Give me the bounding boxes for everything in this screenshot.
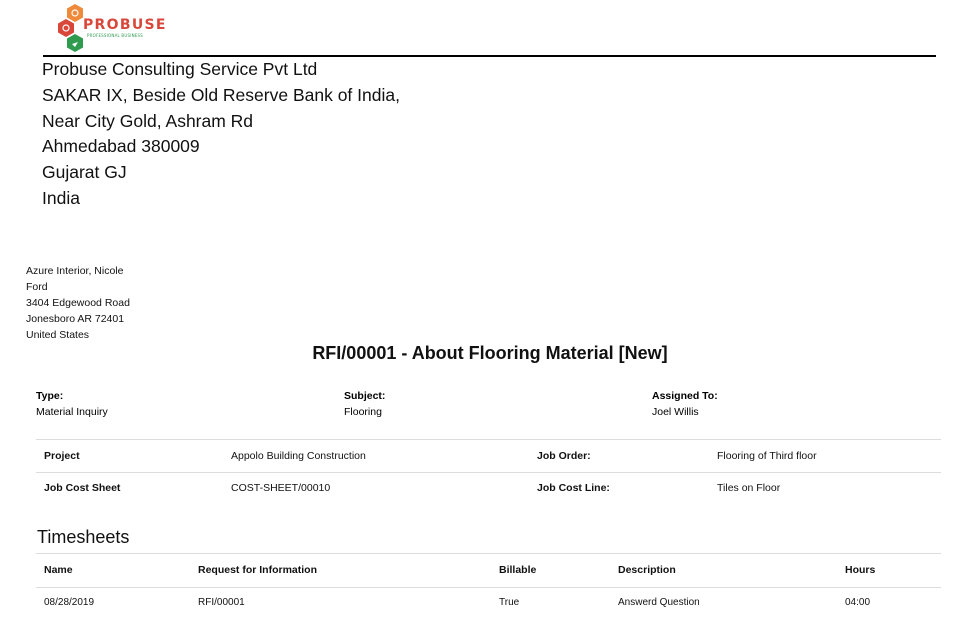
type-value: Material Inquiry: [36, 406, 108, 418]
project-value: Appolo Building Construction: [231, 450, 366, 462]
column-header-rfi: Request for Information: [198, 564, 318, 576]
customer-address-line: Azure Interior, Nicole: [26, 265, 124, 277]
job-cost-sheet-value: COST-SHEET/00010: [231, 482, 331, 494]
customer-address-line: Ford: [26, 281, 48, 293]
logo-wordmark: PROBUSE: [83, 17, 167, 33]
subject-field: Subject: Flooring: [344, 388, 385, 420]
type-label: Type:: [36, 390, 64, 402]
logo-tagline: PROFESSIONAL BUSINESS: [87, 33, 143, 38]
company-address-line: Probuse Consulting Service Pvt Ltd: [42, 59, 318, 79]
row-description: Answerd Question: [618, 597, 700, 608]
customer-address-line: 3404 Edgewood Road: [26, 297, 130, 309]
job-cost-sheet-label: Job Cost Sheet: [44, 482, 121, 494]
customer-address-line: United States: [26, 329, 90, 341]
document-title: RFI/00001 - About Flooring Material [New…: [312, 343, 668, 363]
timesheets-title: Timesheets: [37, 527, 130, 547]
details-divider: [36, 472, 941, 473]
column-header-hours: Hours: [845, 564, 876, 576]
job-order-label: Job Order:: [537, 450, 591, 462]
company-address-line: Near City Gold, Ashram Rd: [42, 110, 254, 131]
company-address-line: Ahmedabad 380009: [42, 136, 200, 157]
assigned-label: Assigned To:: [652, 390, 718, 402]
assigned-field: Assigned To: Joel Willis: [652, 388, 718, 420]
company-address-line: SAKAR IX, Beside Old Reserve Bank of Ind…: [42, 84, 400, 105]
timesheets-divider: [36, 587, 941, 588]
company-address-line: India: [42, 187, 80, 208]
column-header-name: Name: [44, 564, 73, 576]
company-address: Probuse Consulting Service Pvt Ltd SAKAR…: [42, 57, 400, 212]
customer-address: Azure Interior, Nicole Ford 3404 Edgewoo…: [26, 263, 130, 343]
assigned-value: Joel Willis: [652, 406, 699, 418]
job-order-value: Flooring of Third floor: [717, 450, 817, 462]
subject-label: Subject:: [344, 390, 386, 402]
timesheets-divider: [36, 553, 941, 554]
customer-address-line: Jonesboro AR 72401: [26, 313, 125, 325]
row-name: 08/28/2019: [44, 597, 95, 608]
details-divider: [36, 439, 941, 440]
job-cost-line-value: Tiles on Floor: [717, 482, 781, 494]
subject-value: Flooring: [344, 406, 382, 418]
row-hours: 04:00: [845, 597, 871, 608]
company-logo: PROBUSE PROFESSIONAL BUSINESS: [56, 2, 166, 52]
job-cost-line-label: Job Cost Line:: [537, 482, 610, 494]
company-address-line: Gujarat GJ: [42, 162, 127, 183]
row-rfi: RFI/00001: [198, 597, 245, 608]
column-header-billable: Billable: [499, 564, 537, 576]
project-label: Project: [44, 450, 80, 462]
type-field: Type: Material Inquiry: [36, 388, 108, 420]
column-header-description: Description: [618, 564, 676, 576]
row-billable: True: [499, 597, 520, 608]
